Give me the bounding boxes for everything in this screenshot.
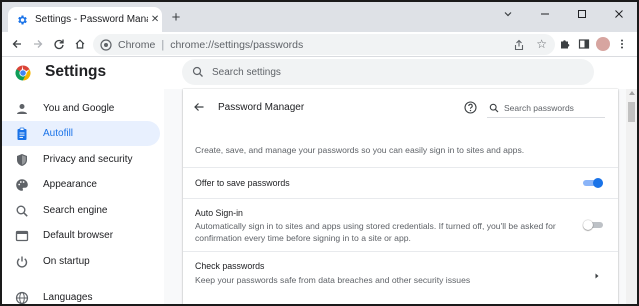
auto-signin-label: Auto Sign-in xyxy=(195,208,243,218)
sidebar-item-appearance[interactable]: Appearance xyxy=(2,172,160,197)
person-icon xyxy=(15,102,29,116)
sidebar-item-autofill[interactable]: Autofill xyxy=(2,121,160,146)
sidebar-item-label: Privacy and security xyxy=(43,154,133,165)
scroll-up-arrow-icon[interactable] xyxy=(629,91,635,95)
sidebar-item-privacy-and-security[interactable]: Privacy and security xyxy=(2,147,160,172)
check-passwords-label[interactable]: Check passwords xyxy=(195,261,264,271)
sidebar-item-you-and-google[interactable]: You and Google xyxy=(2,96,160,121)
auto-signin-description-1: Automatically sign in to sites and apps … xyxy=(195,221,556,231)
omnibox-chip-label: Chrome xyxy=(118,38,156,51)
search-settings-input[interactable] xyxy=(212,66,582,78)
offer-to-save-label: Offer to save passwords xyxy=(195,178,290,188)
tab-title: Settings - Password Manager xyxy=(35,14,148,25)
sidebar-item-label: Autofill xyxy=(43,128,74,139)
minimize-button[interactable] xyxy=(526,2,563,26)
password-manager-card: Password Manager Create, save, and manag… xyxy=(183,89,618,304)
offer-to-save-toggle[interactable] xyxy=(583,178,603,188)
globe-icon xyxy=(15,291,29,305)
password-search[interactable] xyxy=(487,98,605,118)
toggle-knob xyxy=(583,220,593,230)
window-controls xyxy=(489,2,637,32)
sidebar-item-label: Languages xyxy=(43,292,93,303)
settings-header: Settings xyxy=(2,58,637,88)
sidebar-item-label: You and Google xyxy=(43,103,115,114)
browser-icon xyxy=(15,229,29,243)
side-panel-icon[interactable] xyxy=(576,36,592,52)
home-icon[interactable] xyxy=(71,35,89,53)
palette-icon xyxy=(15,178,29,192)
scroll-thumb[interactable] xyxy=(628,102,635,122)
chevron-right-icon[interactable] xyxy=(593,267,601,279)
avatar xyxy=(596,37,610,51)
password-manager-title: Password Manager xyxy=(218,102,305,113)
back-arrow-icon[interactable] xyxy=(8,35,26,53)
reload-icon[interactable] xyxy=(50,35,68,53)
sidebar-item-label: Search engine xyxy=(43,205,108,216)
more-menu-icon[interactable] xyxy=(614,36,630,52)
sidebar-item-label: Appearance xyxy=(43,179,97,190)
forward-arrow-icon[interactable] xyxy=(29,35,47,53)
close-window-button[interactable] xyxy=(600,2,637,26)
search-icon xyxy=(489,103,499,113)
address-bar[interactable]: Chrome | chrome://settings/passwords ☆ xyxy=(93,34,555,55)
search-passwords-input[interactable] xyxy=(504,102,604,113)
settings-sidebar: You and Google Autofill Privacy and secu… xyxy=(2,89,164,304)
tab-strip: Settings - Password Manager ✕ + xyxy=(2,2,637,32)
browser-toolbar: Chrome | chrome://settings/passwords ☆ xyxy=(2,32,637,57)
divider xyxy=(183,251,618,252)
search-icon xyxy=(192,66,204,78)
omnibox-separator: | xyxy=(161,38,165,51)
tab-close-icon[interactable]: ✕ xyxy=(148,14,162,25)
sidebar-item-languages[interactable]: Languages xyxy=(2,285,160,304)
divider xyxy=(183,167,618,168)
tab-search-chevron-icon[interactable] xyxy=(489,2,526,26)
page-title: Settings xyxy=(45,63,107,80)
profile-avatar[interactable] xyxy=(595,36,611,52)
chrome-logo-icon xyxy=(15,65,31,81)
search-icon xyxy=(15,204,29,218)
clipboard-icon xyxy=(15,127,29,141)
sidebar-item-on-startup[interactable]: On startup xyxy=(2,249,160,274)
sidebar-item-search-engine[interactable]: Search engine xyxy=(2,198,160,223)
shield-icon xyxy=(15,153,29,167)
back-arrow-icon[interactable] xyxy=(193,100,207,114)
sidebar-item-label: Default browser xyxy=(43,230,114,241)
chrome-chip-icon xyxy=(100,38,112,51)
new-tab-button[interactable]: + xyxy=(167,9,185,27)
extensions-puzzle-icon[interactable] xyxy=(557,36,573,52)
help-icon[interactable] xyxy=(464,101,477,114)
check-passwords-description: Keep your passwords safe from data breac… xyxy=(195,275,471,285)
toggle-knob xyxy=(593,178,603,188)
scrollbar[interactable] xyxy=(626,89,637,304)
share-icon[interactable] xyxy=(513,38,525,56)
auto-signin-toggle[interactable] xyxy=(583,220,603,230)
settings-gear-icon xyxy=(16,14,28,26)
tab-settings[interactable]: Settings - Password Manager ✕ xyxy=(8,7,162,32)
sidebar-item-label: On startup xyxy=(43,256,90,267)
omnibox-url[interactable]: chrome://settings/passwords xyxy=(170,39,303,51)
power-icon xyxy=(15,255,29,269)
password-manager-description: Create, save, and manage your passwords … xyxy=(195,145,525,155)
bookmark-star-icon[interactable]: ☆ xyxy=(536,37,547,51)
browser-window: Settings - Password Manager ✕ + xyxy=(2,2,637,304)
maximize-button[interactable] xyxy=(563,2,600,26)
card-header: Password Manager xyxy=(183,89,618,127)
divider xyxy=(183,198,618,199)
sidebar-item-default-browser[interactable]: Default browser xyxy=(2,223,160,248)
settings-search[interactable] xyxy=(182,59,594,85)
auto-signin-description-2: confirmation every time before signing i… xyxy=(195,233,411,243)
